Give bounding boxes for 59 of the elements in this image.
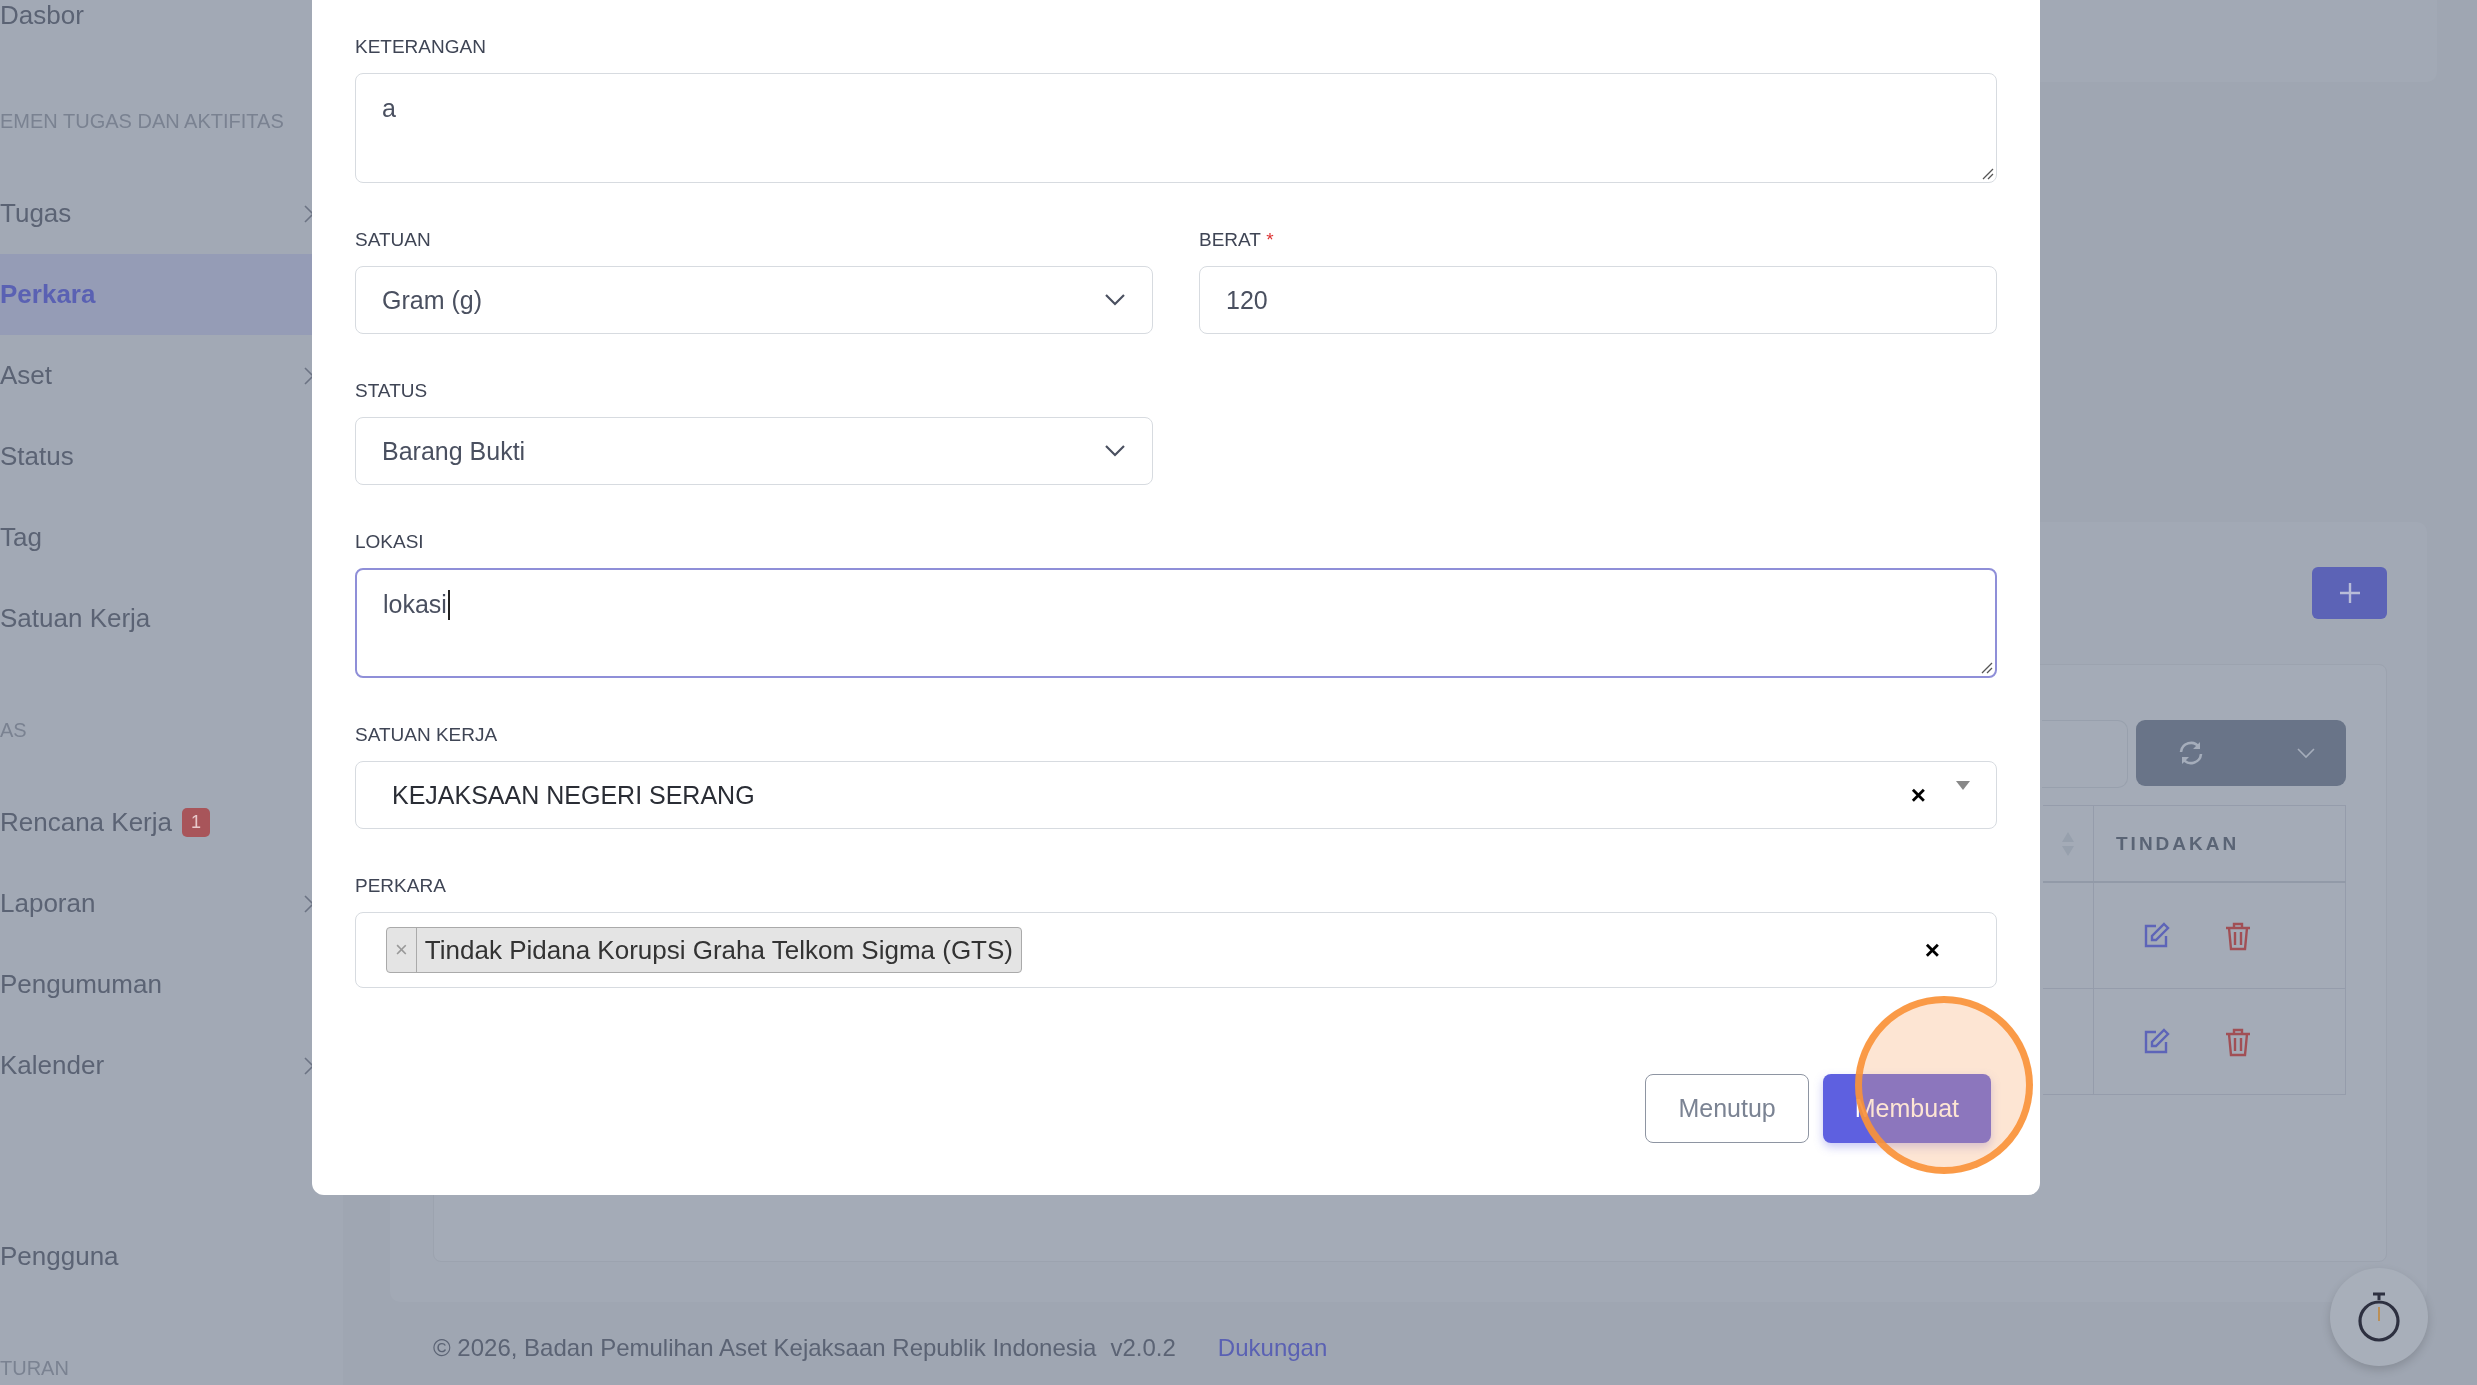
sidebar-item[interactable]: Rencana Kerja 1 <box>0 782 343 863</box>
field-label: KETERANGAN <box>355 36 487 58</box>
copyright-text: © 2026, Badan Pemulihan Aset Kejaksaan Republik Indonesia <box>433 1334 1097 1362</box>
close-button[interactable]: Menutup <box>1645 1074 1809 1143</box>
trash-icon[interactable] <box>2225 1026 2251 1057</box>
field-label: LOKASI <box>355 531 425 553</box>
chevron-right-icon <box>303 893 315 914</box>
field-label: STATUS <box>355 380 429 402</box>
trash-icon[interactable] <box>2225 920 2251 951</box>
tag-field[interactable]: × Tindak Pidana Korupsi Graha Telkom Sigma (GTS) × <box>355 912 1997 988</box>
chevron-right-icon <box>303 203 315 224</box>
version-text: v2.0.2 <box>1110 1334 1176 1362</box>
sidebar-item-label: Status <box>0 441 74 472</box>
sidebar-item-label: Tugas <box>0 198 72 229</box>
sidebar-item[interactable]: Laporan <box>0 863 343 944</box>
chevron-right-icon <box>303 365 315 386</box>
text-area[interactable]: a <box>355 73 1997 183</box>
select-field[interactable]: Gram (g) <box>355 266 1153 334</box>
sidebar-item[interactable]: Tugas <box>0 173 343 254</box>
remove-tag-button[interactable]: × <box>387 928 417 972</box>
sidebar-item-label: Kalender <box>0 1050 105 1081</box>
sidebar-item[interactable]: Kalender <box>0 1025 343 1106</box>
field-label: SATUAN KERJA <box>355 724 499 746</box>
chevron-right-icon <box>303 1055 315 1076</box>
tag-label: Tindak Pidana Korupsi Graha Telkom Sigma (GTS) <box>423 934 1014 966</box>
support-link[interactable]: Dukungan <box>1217 1334 1328 1362</box>
field-label: PERKARA <box>355 875 447 897</box>
input-field[interactable]: 120 <box>1199 266 1997 334</box>
chevron-down-icon <box>1104 293 1126 307</box>
sidebar-item-label: Pengguna <box>0 1241 119 1272</box>
dropdown-arrow-icon <box>1956 781 1970 791</box>
select-field[interactable]: KEJAKSAAN NEGERI SERANG × <box>355 761 1997 829</box>
sidebar-item-label: Pengumuman <box>0 969 162 1000</box>
sidebar-item-label: Aset <box>0 360 53 391</box>
resize-grip-icon[interactable] <box>1979 660 1993 674</box>
field-label: SATUAN <box>355 229 432 251</box>
sidebar-item-label: Rencana Kerja <box>0 807 172 838</box>
sidebar-item-label: Tag <box>0 522 42 553</box>
clear-button[interactable]: × <box>1924 934 1940 966</box>
select-field[interactable]: Barang Bukti <box>355 417 1153 485</box>
count-badge: 1 <box>182 808 210 837</box>
refresh-button[interactable] <box>2136 720 2346 786</box>
edit-icon[interactable] <box>2142 1027 2170 1056</box>
clear-button[interactable]: × <box>1910 779 1926 811</box>
edit-icon[interactable] <box>2142 921 2170 950</box>
chevron-down-icon <box>2296 747 2316 759</box>
sidebar-item-label: Satuan Kerja <box>0 603 151 634</box>
sidebar-item-label: Perkara <box>0 279 96 310</box>
resize-grip-icon[interactable] <box>1980 166 1994 180</box>
add-button[interactable] <box>2312 567 2387 619</box>
sidebar-item-label: Laporan <box>0 888 96 919</box>
stopwatch-icon <box>2356 1291 2402 1343</box>
column-header: TINDAKAN <box>2094 806 2346 881</box>
sidebar-item[interactable]: Pengguna <box>0 1216 343 1297</box>
sidebar-item[interactable]: Aset <box>0 335 343 416</box>
chevron-down-icon <box>1104 444 1126 458</box>
field-label: BERAT * <box>1199 229 1275 251</box>
text-area[interactable]: lokasi <box>355 568 1997 678</box>
sidebar-item-label: Dasbor <box>0 0 84 31</box>
